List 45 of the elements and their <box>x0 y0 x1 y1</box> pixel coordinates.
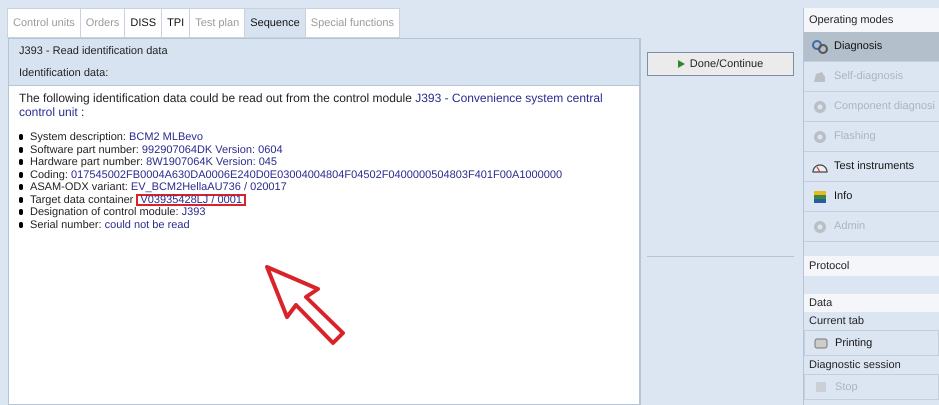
gear-icon <box>812 218 828 234</box>
step-title: J393 - Read identification data <box>19 44 169 59</box>
item-value: 017545002FB0004A630DA0006E240D0E03004004804F04502F0400000504803F401F00A1000000 <box>70 168 562 182</box>
item-value: could not be read <box>104 218 190 232</box>
section-label: Identification data: <box>19 66 110 81</box>
item-label: Serial number: <box>30 218 103 232</box>
bullet-icon <box>19 159 23 166</box>
bullet-icon <box>19 222 23 228</box>
item-label: Designation of control module: <box>30 206 180 220</box>
bullet-icon <box>19 134 23 140</box>
gear-icon <box>812 128 828 144</box>
tab[interactable]: DISS <box>124 8 162 38</box>
item-label: Target data container <box>30 192 134 207</box>
bullet-icon <box>19 184 23 190</box>
done-continue-button[interactable]: Done/Continue <box>647 52 794 76</box>
intro-text: The following identification data could be read out from the control module J393 - Convenience system central control unit : <box>19 91 604 119</box>
printing-button[interactable]: Printing <box>804 330 939 356</box>
tab[interactable]: TPI <box>161 8 190 38</box>
gear-icon <box>812 98 828 114</box>
stethoscope-icon <box>812 38 828 54</box>
play-icon <box>678 60 685 68</box>
item-value: V03935428LJ / 0001 <box>136 194 246 206</box>
item-value: BCM2 MLBevo <box>129 130 204 145</box>
panel-heading: Protocol <box>804 256 939 276</box>
mode-button[interactable]: Diagnosis <box>804 32 939 62</box>
tab[interactable]: Sequence <box>244 8 306 38</box>
group-label: Diagnostic session <box>808 358 902 373</box>
panel-heading: Data <box>804 294 939 312</box>
stop-icon <box>813 379 829 395</box>
item-label: Software part number: <box>30 142 140 157</box>
group-label: Current tab <box>808 314 866 329</box>
bullet-icon <box>19 209 23 216</box>
bullet-icon <box>19 196 23 203</box>
item-value: J393 <box>182 205 206 220</box>
bullet-icon <box>19 172 23 178</box>
item-label: System description: <box>30 130 127 145</box>
item-label: Coding: <box>30 168 69 182</box>
books-icon <box>812 188 828 204</box>
item-value: EV_BCM2HellaAU736 / 020017 <box>130 180 287 195</box>
item-label: Hardware part number: <box>30 156 144 170</box>
bullet-icon <box>19 146 23 153</box>
item-value: 992907064DK Version: 0604 <box>142 142 283 157</box>
item-label: ASAM-ODX variant: <box>30 180 129 195</box>
panel-heading: Operating modes <box>804 8 939 32</box>
item-value: 8W1907064K Version: 045 <box>146 155 278 170</box>
